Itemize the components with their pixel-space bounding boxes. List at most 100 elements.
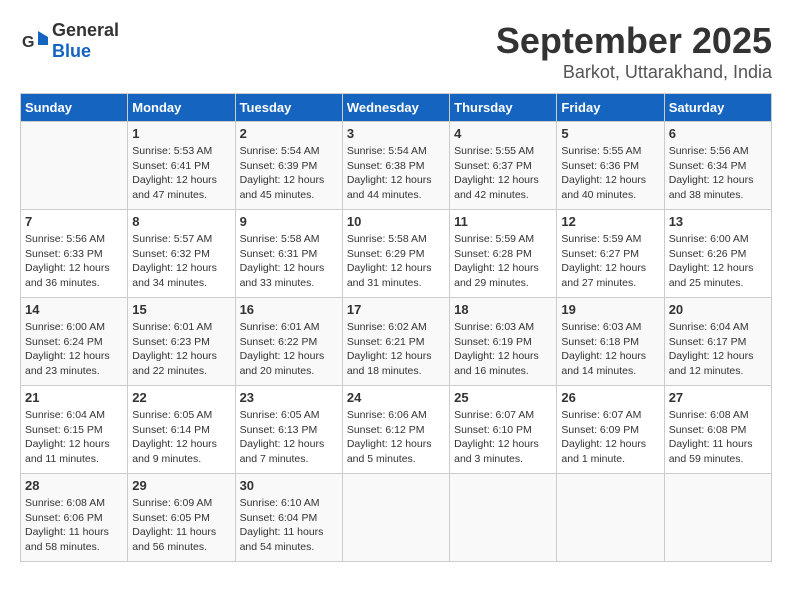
day-info: Sunrise: 5:54 AM Sunset: 6:39 PM Dayligh…: [240, 144, 338, 203]
col-header-monday: Monday: [128, 94, 235, 122]
calendar-table: SundayMondayTuesdayWednesdayThursdayFrid…: [20, 93, 772, 562]
day-info: Sunrise: 5:56 AM Sunset: 6:33 PM Dayligh…: [25, 232, 123, 291]
calendar-cell: 24 Sunrise: 6:06 AM Sunset: 6:12 PM Dayli…: [342, 386, 449, 474]
day-info: Sunrise: 5:58 AM Sunset: 6:31 PM Dayligh…: [240, 232, 338, 291]
day-number: 23: [240, 390, 338, 405]
logo: G General Blue: [20, 20, 119, 62]
day-info: Sunrise: 6:01 AM Sunset: 6:22 PM Dayligh…: [240, 320, 338, 379]
day-info: Sunrise: 6:05 AM Sunset: 6:14 PM Dayligh…: [132, 408, 230, 467]
day-number: 1: [132, 126, 230, 141]
day-number: 28: [25, 478, 123, 493]
location: Barkot, Uttarakhand, India: [496, 62, 772, 83]
calendar-cell: [664, 474, 771, 562]
calendar-cell: 10 Sunrise: 5:58 AM Sunset: 6:29 PM Dayli…: [342, 210, 449, 298]
logo-text-general: General: [52, 20, 119, 40]
col-header-thursday: Thursday: [450, 94, 557, 122]
day-number: 4: [454, 126, 552, 141]
day-number: 2: [240, 126, 338, 141]
col-header-friday: Friday: [557, 94, 664, 122]
day-info: Sunrise: 5:55 AM Sunset: 6:36 PM Dayligh…: [561, 144, 659, 203]
day-number: 17: [347, 302, 445, 317]
day-info: Sunrise: 6:09 AM Sunset: 6:05 PM Dayligh…: [132, 496, 230, 555]
calendar-cell: 20 Sunrise: 6:04 AM Sunset: 6:17 PM Dayli…: [664, 298, 771, 386]
day-info: Sunrise: 6:07 AM Sunset: 6:09 PM Dayligh…: [561, 408, 659, 467]
day-number: 25: [454, 390, 552, 405]
day-number: 7: [25, 214, 123, 229]
day-info: Sunrise: 5:56 AM Sunset: 6:34 PM Dayligh…: [669, 144, 767, 203]
day-number: 18: [454, 302, 552, 317]
day-info: Sunrise: 6:00 AM Sunset: 6:26 PM Dayligh…: [669, 232, 767, 291]
day-number: 14: [25, 302, 123, 317]
day-info: Sunrise: 6:08 AM Sunset: 6:08 PM Dayligh…: [669, 408, 767, 467]
calendar-cell: 28 Sunrise: 6:08 AM Sunset: 6:06 PM Dayli…: [21, 474, 128, 562]
day-info: Sunrise: 5:58 AM Sunset: 6:29 PM Dayligh…: [347, 232, 445, 291]
day-number: 12: [561, 214, 659, 229]
calendar-cell: 3Sunrise: 5:54 AM Sunset: 6:38 PM Daylig…: [342, 122, 449, 210]
week-row-3: 21Sunrise: 6:04 AM Sunset: 6:15 PM Dayli…: [21, 386, 772, 474]
day-number: 27: [669, 390, 767, 405]
day-number: 9: [240, 214, 338, 229]
calendar-cell: 6Sunrise: 5:56 AM Sunset: 6:34 PM Daylig…: [664, 122, 771, 210]
day-number: 11: [454, 214, 552, 229]
calendar-cell: 1 Sunrise: 5:53 AM Sunset: 6:41 PM Daylig…: [128, 122, 235, 210]
day-number: 22: [132, 390, 230, 405]
day-number: 5: [561, 126, 659, 141]
logo-text-blue: Blue: [52, 41, 91, 61]
calendar-cell: 30 Sunrise: 6:10 AM Sunset: 6:04 PM Dayli…: [235, 474, 342, 562]
day-number: 26: [561, 390, 659, 405]
day-number: 10: [347, 214, 445, 229]
col-header-saturday: Saturday: [664, 94, 771, 122]
day-info: Sunrise: 6:04 AM Sunset: 6:17 PM Dayligh…: [669, 320, 767, 379]
day-info: Sunrise: 5:59 AM Sunset: 6:27 PM Dayligh…: [561, 232, 659, 291]
day-number: 20: [669, 302, 767, 317]
header-row: SundayMondayTuesdayWednesdayThursdayFrid…: [21, 94, 772, 122]
day-number: 13: [669, 214, 767, 229]
title-block: September 2025 Barkot, Uttarakhand, Indi…: [496, 20, 772, 83]
calendar-cell: 12 Sunrise: 5:59 AM Sunset: 6:27 PM Dayli…: [557, 210, 664, 298]
day-info: Sunrise: 6:05 AM Sunset: 6:13 PM Dayligh…: [240, 408, 338, 467]
week-row-2: 14 Sunrise: 6:00 AM Sunset: 6:24 PM Dayli…: [21, 298, 772, 386]
day-number: 15: [132, 302, 230, 317]
col-header-sunday: Sunday: [21, 94, 128, 122]
calendar-cell: 29 Sunrise: 6:09 AM Sunset: 6:05 PM Dayli…: [128, 474, 235, 562]
week-row-1: 7 Sunrise: 5:56 AM Sunset: 6:33 PM Daylig…: [21, 210, 772, 298]
calendar-cell: 13 Sunrise: 6:00 AM Sunset: 6:26 PM Dayli…: [664, 210, 771, 298]
day-info: Sunrise: 6:07 AM Sunset: 6:10 PM Dayligh…: [454, 408, 552, 467]
day-info: Sunrise: 6:01 AM Sunset: 6:23 PM Dayligh…: [132, 320, 230, 379]
calendar-cell: [21, 122, 128, 210]
calendar-cell: 11Sunrise: 5:59 AM Sunset: 6:28 PM Dayli…: [450, 210, 557, 298]
day-info: Sunrise: 5:55 AM Sunset: 6:37 PM Dayligh…: [454, 144, 552, 203]
day-info: Sunrise: 6:08 AM Sunset: 6:06 PM Dayligh…: [25, 496, 123, 555]
calendar-cell: 8 Sunrise: 5:57 AM Sunset: 6:32 PM Daylig…: [128, 210, 235, 298]
calendar-cell: 19Sunrise: 6:03 AM Sunset: 6:18 PM Dayli…: [557, 298, 664, 386]
calendar-cell: 18Sunrise: 6:03 AM Sunset: 6:19 PM Dayli…: [450, 298, 557, 386]
calendar-cell: 22 Sunrise: 6:05 AM Sunset: 6:14 PM Dayli…: [128, 386, 235, 474]
calendar-cell: 9 Sunrise: 5:58 AM Sunset: 6:31 PM Daylig…: [235, 210, 342, 298]
calendar-cell: 16 Sunrise: 6:01 AM Sunset: 6:22 PM Dayli…: [235, 298, 342, 386]
calendar-cell: [557, 474, 664, 562]
day-number: 24: [347, 390, 445, 405]
calendar-cell: 5 Sunrise: 5:55 AM Sunset: 6:36 PM Daylig…: [557, 122, 664, 210]
day-info: Sunrise: 6:04 AM Sunset: 6:15 PM Dayligh…: [25, 408, 123, 467]
calendar-cell: 26 Sunrise: 6:07 AM Sunset: 6:09 PM Dayli…: [557, 386, 664, 474]
calendar-cell: 15 Sunrise: 6:01 AM Sunset: 6:23 PM Dayli…: [128, 298, 235, 386]
day-info: Sunrise: 6:00 AM Sunset: 6:24 PM Dayligh…: [25, 320, 123, 379]
day-number: 16: [240, 302, 338, 317]
calendar-cell: 21Sunrise: 6:04 AM Sunset: 6:15 PM Dayli…: [21, 386, 128, 474]
col-header-tuesday: Tuesday: [235, 94, 342, 122]
calendar-cell: 27 Sunrise: 6:08 AM Sunset: 6:08 PM Dayli…: [664, 386, 771, 474]
day-info: Sunrise: 6:06 AM Sunset: 6:12 PM Dayligh…: [347, 408, 445, 467]
day-info: Sunrise: 5:57 AM Sunset: 6:32 PM Dayligh…: [132, 232, 230, 291]
calendar-cell: 25 Sunrise: 6:07 AM Sunset: 6:10 PM Dayli…: [450, 386, 557, 474]
day-number: 3: [347, 126, 445, 141]
calendar-cell: 14 Sunrise: 6:00 AM Sunset: 6:24 PM Dayli…: [21, 298, 128, 386]
day-info: Sunrise: 5:53 AM Sunset: 6:41 PM Dayligh…: [132, 144, 230, 203]
day-info: Sunrise: 6:10 AM Sunset: 6:04 PM Dayligh…: [240, 496, 338, 555]
day-number: 8: [132, 214, 230, 229]
calendar-cell: 2 Sunrise: 5:54 AM Sunset: 6:39 PM Daylig…: [235, 122, 342, 210]
calendar-cell: [450, 474, 557, 562]
day-number: 30: [240, 478, 338, 493]
day-number: 29: [132, 478, 230, 493]
day-info: Sunrise: 6:02 AM Sunset: 6:21 PM Dayligh…: [347, 320, 445, 379]
week-row-0: 1 Sunrise: 5:53 AM Sunset: 6:41 PM Daylig…: [21, 122, 772, 210]
